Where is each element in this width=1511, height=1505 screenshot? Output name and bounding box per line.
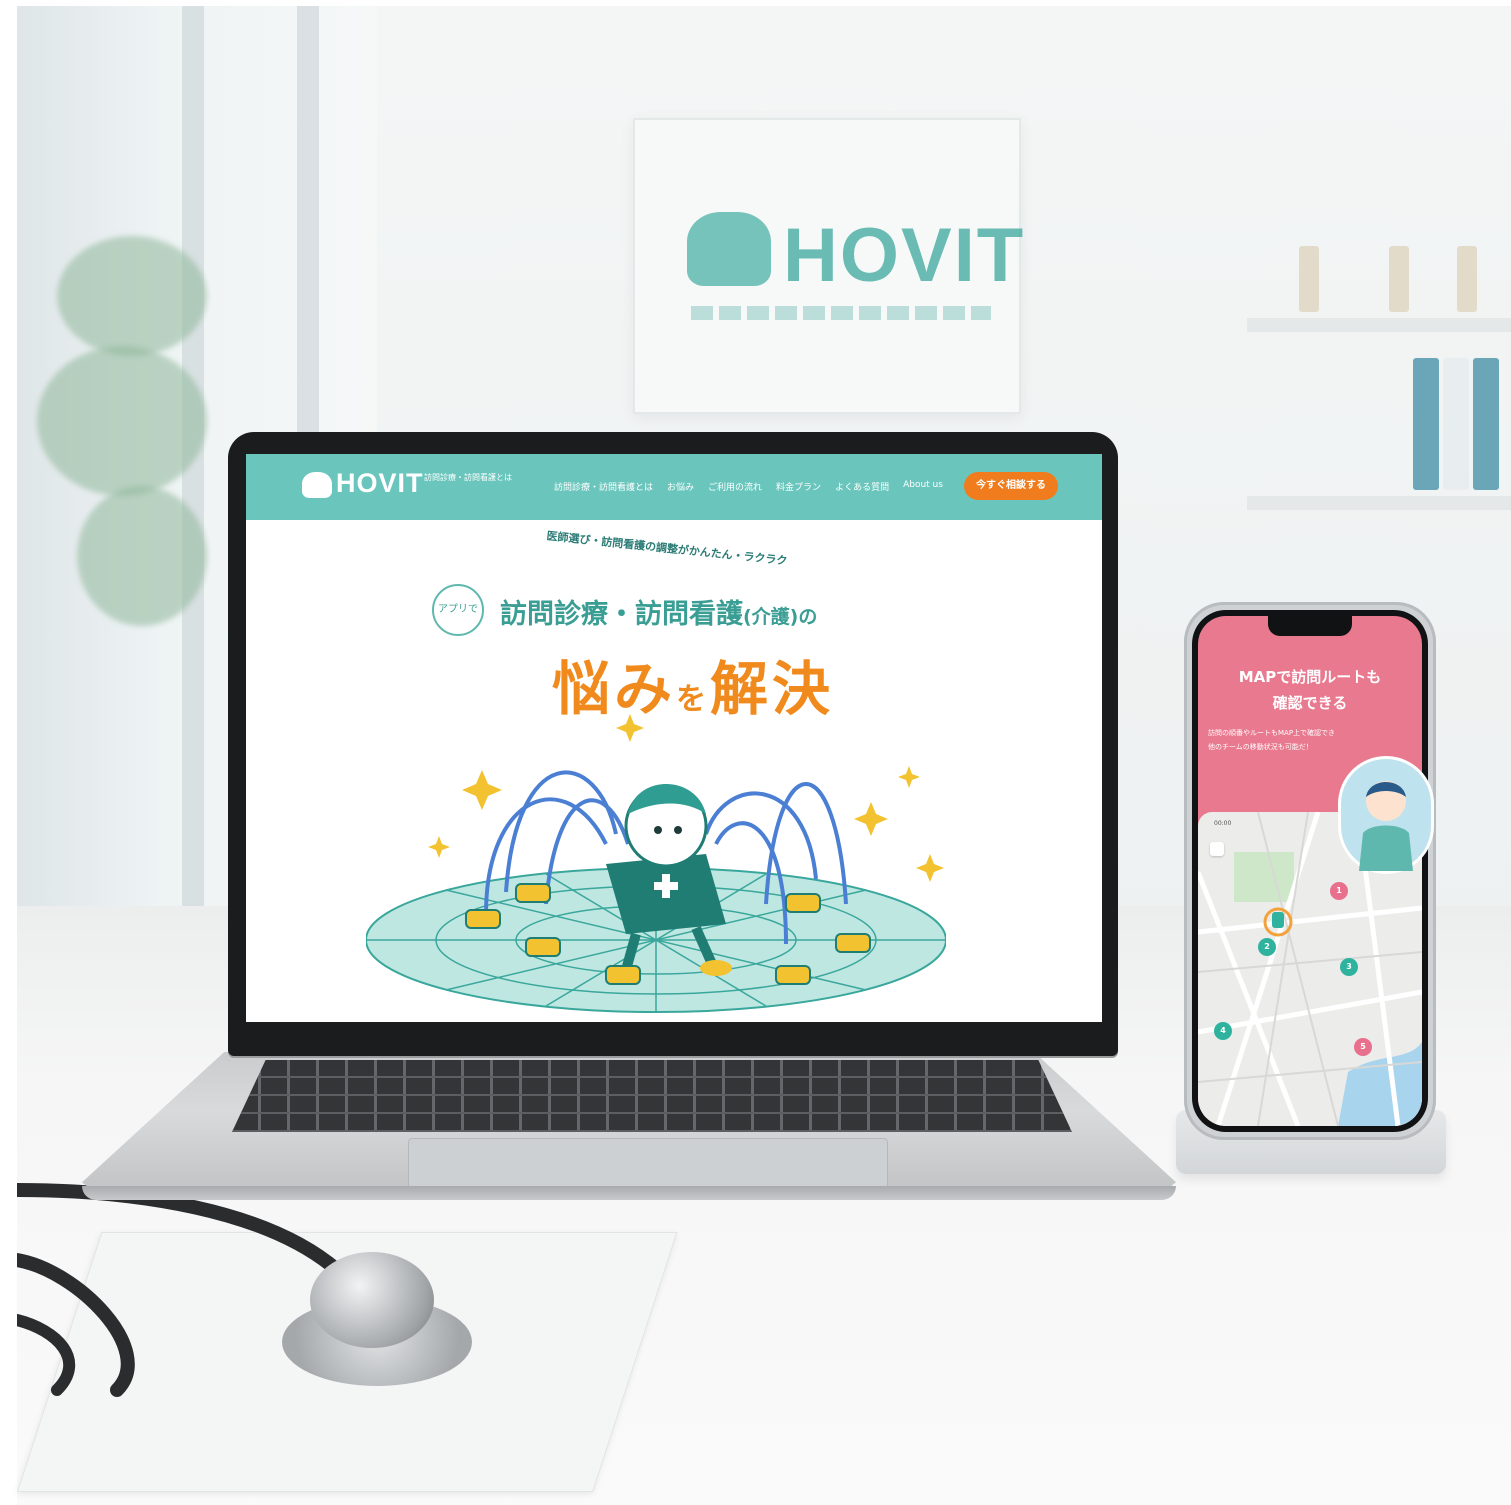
hovit-logo-icon — [687, 212, 771, 286]
hero-headline: 訪問診療・訪問看護(介護)の — [500, 592, 817, 631]
laptop-front-edge — [82, 1186, 1176, 1200]
headline-main: 訪問診療・訪問看護 — [500, 599, 743, 630]
wall-sign-subtitle — [691, 306, 991, 320]
plant-leaves — [77, 486, 207, 626]
map-pin[interactable]: 1 — [1330, 882, 1348, 904]
laptop-trackpad — [408, 1138, 888, 1190]
headline-end: の — [798, 606, 818, 628]
hero-illustration — [366, 714, 946, 1013]
headline-paren: (介護) — [743, 606, 799, 628]
map-pin[interactable]: 3 — [1340, 958, 1358, 980]
map-pin-number: 3 — [1340, 958, 1358, 976]
phone-title: MAPで訪問ルートも 確認できる — [1238, 668, 1382, 712]
shelf — [1247, 318, 1511, 332]
hero-arc-copy: 医師選び・訪問看護の調整がかんたん・ラクラク — [545, 529, 788, 568]
nav-item-problems[interactable]: お悩み — [667, 480, 694, 493]
consult-now-button[interactable]: 今すぐ相談する — [964, 472, 1058, 500]
nurse-avatar-icon — [1359, 781, 1413, 871]
nurse-avatar — [1338, 756, 1434, 874]
nav-item-pricing[interactable]: 料金プラン — [776, 480, 821, 493]
nav-item-faq[interactable]: よくある質問 — [835, 480, 889, 493]
phone-description: 訪問の順番やルートもMAP上で確認でき 他のチームの移動状況も可能だ！ — [1208, 729, 1336, 751]
wall-sign-brand: HOVIT — [783, 213, 1026, 298]
laptop-screen: HOVIT 訪問診療・訪問看護とは 訪問診療・訪問看護とは お悩み ご利用の流れ… — [246, 454, 1102, 1022]
map-pin-number: 5 — [1354, 1038, 1372, 1056]
map-pin[interactable]: 2 — [1258, 938, 1276, 960]
solve-particle: を — [676, 682, 711, 717]
phone-status-time: 00:00 — [1214, 820, 1232, 827]
binder — [1443, 358, 1469, 490]
shelf-jar — [1389, 246, 1409, 312]
app-badge: アプリで — [432, 584, 484, 636]
site-nav: 訪問診療・訪問看護とは お悩み ご利用の流れ 料金プラン よくある質問 Abou… — [554, 480, 943, 493]
map-pin-number: 4 — [1214, 1022, 1232, 1040]
shelf-jar — [1457, 246, 1477, 312]
shelf — [1247, 496, 1511, 510]
solve-word-2: 解決 — [710, 655, 835, 723]
binder — [1473, 358, 1499, 490]
nav-item-about-service[interactable]: 訪問診療・訪問看護とは — [554, 480, 653, 493]
map-pin[interactable]: 4 — [1214, 1022, 1232, 1044]
phone-notch — [1268, 616, 1352, 636]
solve-word-1: 悩み — [552, 655, 677, 723]
site-header: HOVIT 訪問診療・訪問看護とは 訪問診療・訪問看護とは お悩み ご利用の流れ… — [246, 454, 1102, 520]
shelf-jar — [1299, 246, 1319, 312]
keyboard-rows — [232, 1060, 1072, 1132]
plant-leaves — [37, 346, 207, 496]
site-tagline: 訪問診療・訪問看護とは — [424, 473, 512, 482]
map-pin-number: 1 — [1330, 882, 1348, 900]
nav-item-about-us[interactable]: About us — [903, 480, 943, 493]
plant-leaves — [57, 236, 207, 356]
back-arrow-icon[interactable] — [1210, 842, 1224, 856]
stethoscope-chestpiece — [310, 1252, 434, 1348]
hovit-logo-icon[interactable] — [302, 472, 332, 498]
map-pin-number: 2 — [1258, 938, 1276, 956]
site-logo[interactable]: HOVIT — [336, 468, 424, 499]
nav-item-flow[interactable]: ご利用の流れ — [708, 480, 762, 493]
wall-sign: HOVIT — [633, 118, 1023, 414]
map-pin[interactable]: 5 — [1354, 1038, 1372, 1060]
binder — [1413, 358, 1439, 490]
